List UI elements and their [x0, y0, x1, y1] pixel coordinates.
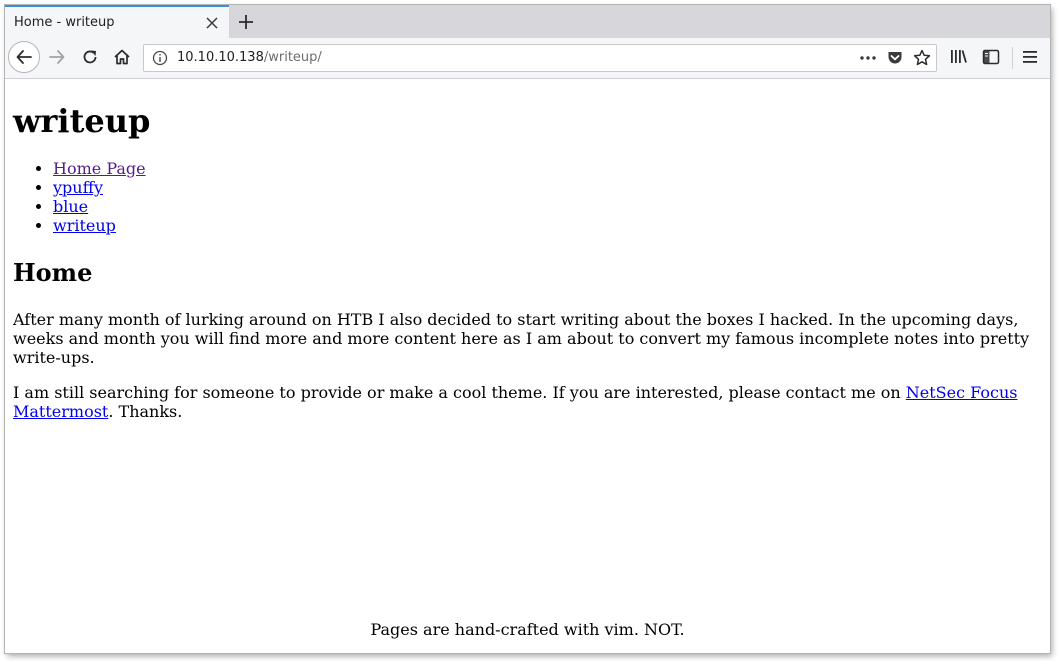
nav-item: Home Page	[53, 159, 146, 178]
page-nav-list: Home Page ypuffy blue writeup	[13, 159, 146, 235]
forward-arrow-icon[interactable]	[45, 45, 69, 69]
nav-link-home-page[interactable]: Home Page	[53, 159, 146, 178]
hamburger-menu-icon[interactable]	[1019, 46, 1041, 68]
nav-link-writeup[interactable]: writeup	[53, 216, 116, 235]
nav-link-blue[interactable]: blue	[53, 197, 88, 216]
info-icon[interactable]	[152, 50, 168, 66]
sidebar-icon[interactable]	[980, 46, 1002, 68]
intro-paragraph: After many month of lurking around on HT…	[13, 310, 1030, 367]
home-icon[interactable]	[110, 45, 134, 69]
navigation-toolbar: 10.10.10.138/writeup/	[5, 38, 1050, 79]
reload-icon[interactable]	[78, 45, 102, 69]
contact-paragraph: I am still searching for someone to prov…	[13, 383, 1033, 421]
url-host: 10.10.10.138	[177, 50, 264, 65]
nav-link-ypuffy[interactable]: ypuffy	[53, 178, 103, 197]
contact-text-end: . Thanks.	[108, 402, 183, 421]
tab-home-writeup[interactable]: Home - writeup	[5, 5, 229, 38]
close-icon[interactable]	[204, 15, 220, 31]
url-path: /writeup/	[263, 50, 322, 65]
tab-strip: Home - writeup	[5, 5, 1050, 38]
page-footer: Pages are hand-crafted with vim. NOT.	[370, 620, 685, 639]
pocket-icon[interactable]	[886, 49, 904, 67]
star-icon[interactable]	[912, 48, 932, 68]
section-title: Home	[13, 258, 93, 287]
toolbar-separator	[1012, 47, 1013, 69]
plus-icon[interactable]	[235, 11, 257, 33]
nav-item: writeup	[53, 216, 146, 235]
nav-item: blue	[53, 197, 146, 216]
page-content: writeup Home Page ypuffy blue writeup Ho…	[5, 79, 1050, 653]
browser-window: Home - writeup 10.10.10.138/writeup/ wri…	[5, 5, 1050, 653]
back-arrow-icon[interactable]	[8, 41, 40, 73]
nav-item: ypuffy	[53, 178, 146, 197]
more-icon[interactable]	[858, 49, 878, 67]
url-text[interactable]: 10.10.10.138/writeup/	[177, 50, 322, 66]
contact-text: I am still searching for someone to prov…	[13, 383, 906, 402]
library-icon[interactable]	[948, 46, 970, 68]
page-title: writeup	[13, 102, 151, 140]
tab-title: Home - writeup	[14, 15, 115, 30]
address-bar[interactable]: 10.10.10.138/writeup/	[143, 44, 937, 72]
